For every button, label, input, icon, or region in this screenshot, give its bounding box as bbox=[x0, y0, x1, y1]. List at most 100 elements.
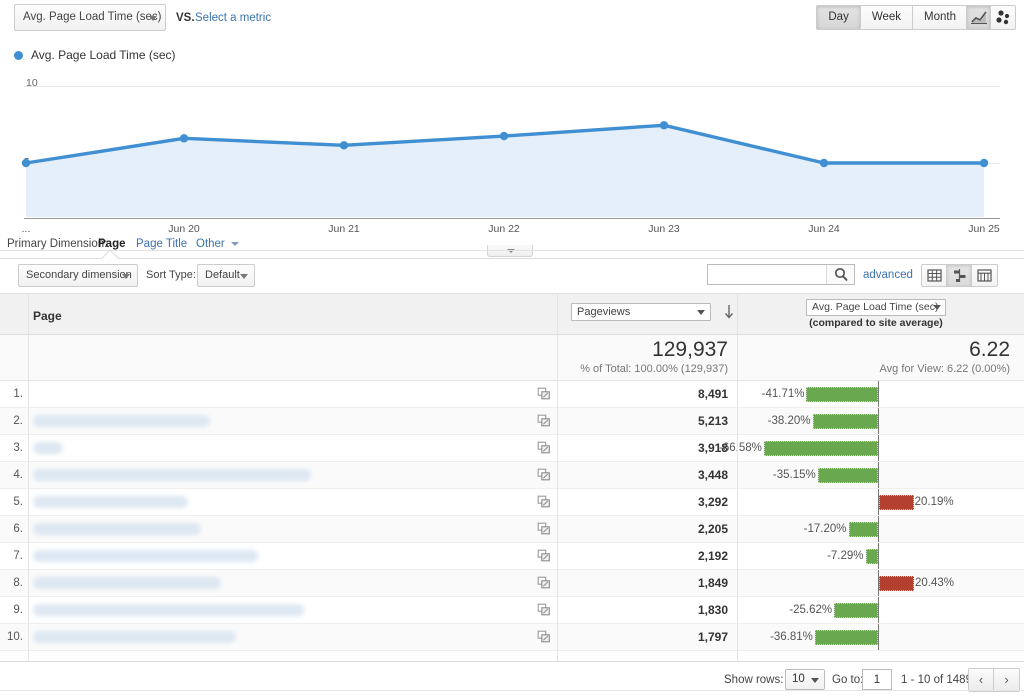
row-pageviews: 3,292 bbox=[697, 495, 728, 509]
row-index: 6. bbox=[13, 523, 23, 535]
row-page-url[interactable] bbox=[33, 604, 304, 616]
primary-dimension-page-title[interactable]: Page Title bbox=[136, 238, 187, 250]
open-in-new-window-icon[interactable] bbox=[537, 630, 551, 644]
table-footer: Show rows: 10 Go to: 1 - 10 of 1489 ‹ › bbox=[0, 662, 1024, 698]
row-page-url[interactable] bbox=[33, 415, 210, 427]
row-page-url[interactable] bbox=[33, 496, 188, 508]
data-table: Page 129,937 % of Total: 100.00% (129,93… bbox=[0, 293, 1024, 651]
chart-data-point[interactable] bbox=[979, 158, 989, 168]
sort-type-dropdown[interactable]: Default bbox=[197, 264, 255, 287]
row-page-url[interactable] bbox=[33, 550, 258, 562]
row-comparison-cell: -7.29% bbox=[737, 543, 1024, 569]
search-input[interactable] bbox=[708, 265, 824, 284]
row-page-url[interactable] bbox=[33, 469, 311, 481]
comparison-bar bbox=[848, 522, 878, 537]
open-in-new-window-icon[interactable] bbox=[537, 414, 551, 428]
open-in-new-window-icon[interactable] bbox=[537, 549, 551, 563]
chevron-right-icon[interactable]: › bbox=[994, 669, 1019, 691]
compare-metric-dropdown[interactable]: Avg. Page Load Time (sec) bbox=[806, 299, 946, 316]
row-pageviews: 1,797 bbox=[697, 630, 728, 644]
granularity-day-button[interactable]: Day bbox=[817, 6, 861, 29]
table-row[interactable]: 9. 1,830 -25.62% bbox=[0, 597, 1024, 624]
secondary-dimension-dropdown[interactable]: Secondary dimension bbox=[18, 264, 138, 287]
table-view-glyph bbox=[927, 269, 942, 282]
chart-data-point[interactable] bbox=[659, 121, 669, 130]
row-page-url[interactable] bbox=[33, 442, 63, 454]
comparison-zero-axis bbox=[878, 462, 879, 488]
advanced-link[interactable]: advanced bbox=[863, 269, 913, 281]
comparison-bar bbox=[879, 576, 915, 591]
open-in-new-window-icon[interactable] bbox=[537, 468, 551, 482]
comparison-view-icon[interactable] bbox=[947, 265, 972, 286]
primary-dimension-page[interactable]: Page bbox=[98, 238, 126, 250]
granularity-button-group: Day Week Month bbox=[816, 5, 968, 30]
open-in-new-window-icon[interactable] bbox=[537, 603, 551, 617]
column-divider-index bbox=[28, 293, 29, 661]
row-page-url[interactable] bbox=[33, 577, 221, 589]
row-index: 7. bbox=[13, 550, 23, 562]
external-link-glyph bbox=[537, 630, 550, 643]
table-row[interactable]: 6. 2,205 -17.20% bbox=[0, 516, 1024, 543]
show-rows-dropdown[interactable]: 10 bbox=[785, 669, 825, 690]
row-comparison-cell: -66.58% bbox=[719, 435, 1024, 461]
row-pageviews: 2,205 bbox=[697, 522, 728, 536]
row-page-url[interactable] bbox=[33, 523, 201, 535]
granularity-week-button[interactable]: Week bbox=[860, 6, 914, 29]
primary-dimension-other[interactable]: Other bbox=[196, 238, 239, 250]
pivot-view-icon[interactable] bbox=[972, 265, 997, 286]
row-index: 9. bbox=[13, 604, 23, 616]
metric-select-dropdown[interactable]: Avg. Page Load Time (sec) bbox=[14, 4, 166, 31]
metric-select-label: Avg. Page Load Time (sec) bbox=[23, 11, 162, 23]
chevron-down-icon bbox=[811, 678, 819, 683]
table-row[interactable]: 8. 1,849 20.43% bbox=[0, 570, 1024, 597]
motion-chart-icon[interactable] bbox=[991, 6, 1015, 29]
comparison-bar bbox=[817, 468, 878, 483]
table-row[interactable]: 3. 3,918 -66.58% bbox=[0, 435, 1024, 462]
compare-metric-label: Avg. Page Load Time (sec) bbox=[812, 301, 939, 313]
analytics-page: Avg. Page Load Time (sec) VS. Select a m… bbox=[0, 0, 1024, 698]
chart-data-point[interactable] bbox=[819, 158, 829, 168]
row-index: 1. bbox=[13, 388, 23, 400]
row-pageviews: 1,849 bbox=[697, 576, 728, 590]
table-row[interactable]: 7. 2,192 -7.29% bbox=[0, 543, 1024, 570]
row-comparison-label: -25.62% bbox=[789, 604, 833, 616]
table-view-icon[interactable] bbox=[922, 265, 947, 286]
row-index: 2. bbox=[13, 415, 23, 427]
open-in-new-window-icon[interactable] bbox=[537, 441, 551, 455]
table-row[interactable]: 2. 5,213 -38.20% bbox=[0, 408, 1024, 435]
row-comparison-label: 20.43% bbox=[915, 577, 955, 589]
row-comparison-cell: -36.81% bbox=[737, 624, 1024, 650]
open-in-new-window-icon[interactable] bbox=[537, 576, 551, 590]
comparison-bar bbox=[763, 441, 878, 456]
chevron-left-icon[interactable]: ‹ bbox=[969, 669, 994, 691]
open-in-new-window-icon[interactable] bbox=[537, 522, 551, 536]
table-row[interactable]: 4. 3,448 -35.15% bbox=[0, 462, 1024, 489]
line-chart-icon[interactable] bbox=[967, 6, 991, 29]
chart-legend: Avg. Page Load Time (sec) bbox=[14, 48, 176, 62]
table-body: 1. 8,491 -41.71% 2. 5,213 -38.20% 3. 3,918 -66.5… bbox=[0, 381, 1024, 651]
open-in-new-window-icon[interactable] bbox=[537, 495, 551, 509]
chart-data-point[interactable] bbox=[499, 131, 509, 141]
open-in-new-window-icon[interactable] bbox=[537, 387, 551, 401]
table-row[interactable]: 1. 8,491 -41.71% bbox=[0, 381, 1024, 408]
primary-dimension-other-label: Other bbox=[196, 238, 225, 250]
sort-descending-icon[interactable] bbox=[722, 303, 736, 321]
column-header-page: Page bbox=[33, 309, 62, 323]
granularity-month-button[interactable]: Month bbox=[913, 6, 967, 29]
select-a-metric-link[interactable]: Select a metric bbox=[195, 12, 271, 24]
chart-data-point[interactable] bbox=[339, 141, 349, 150]
external-link-glyph bbox=[537, 576, 550, 589]
search-glyph bbox=[834, 267, 848, 281]
goto-page-input[interactable] bbox=[863, 670, 891, 689]
metric-column-dropdown[interactable]: Pageviews bbox=[571, 303, 711, 321]
search-icon[interactable] bbox=[826, 265, 854, 284]
chart-data-point[interactable] bbox=[179, 134, 189, 143]
chart-data-point[interactable] bbox=[21, 158, 31, 168]
comparison-zero-axis bbox=[878, 408, 879, 434]
column-divider-pageviews bbox=[557, 293, 558, 661]
table-row[interactable]: 5. 3,292 20.19% bbox=[0, 489, 1024, 516]
row-page-url[interactable] bbox=[33, 631, 236, 643]
chart-svg bbox=[21, 121, 989, 217]
sort-arrow-glyph bbox=[724, 305, 734, 319]
table-row[interactable]: 10. 1,797 -36.81% bbox=[0, 624, 1024, 651]
